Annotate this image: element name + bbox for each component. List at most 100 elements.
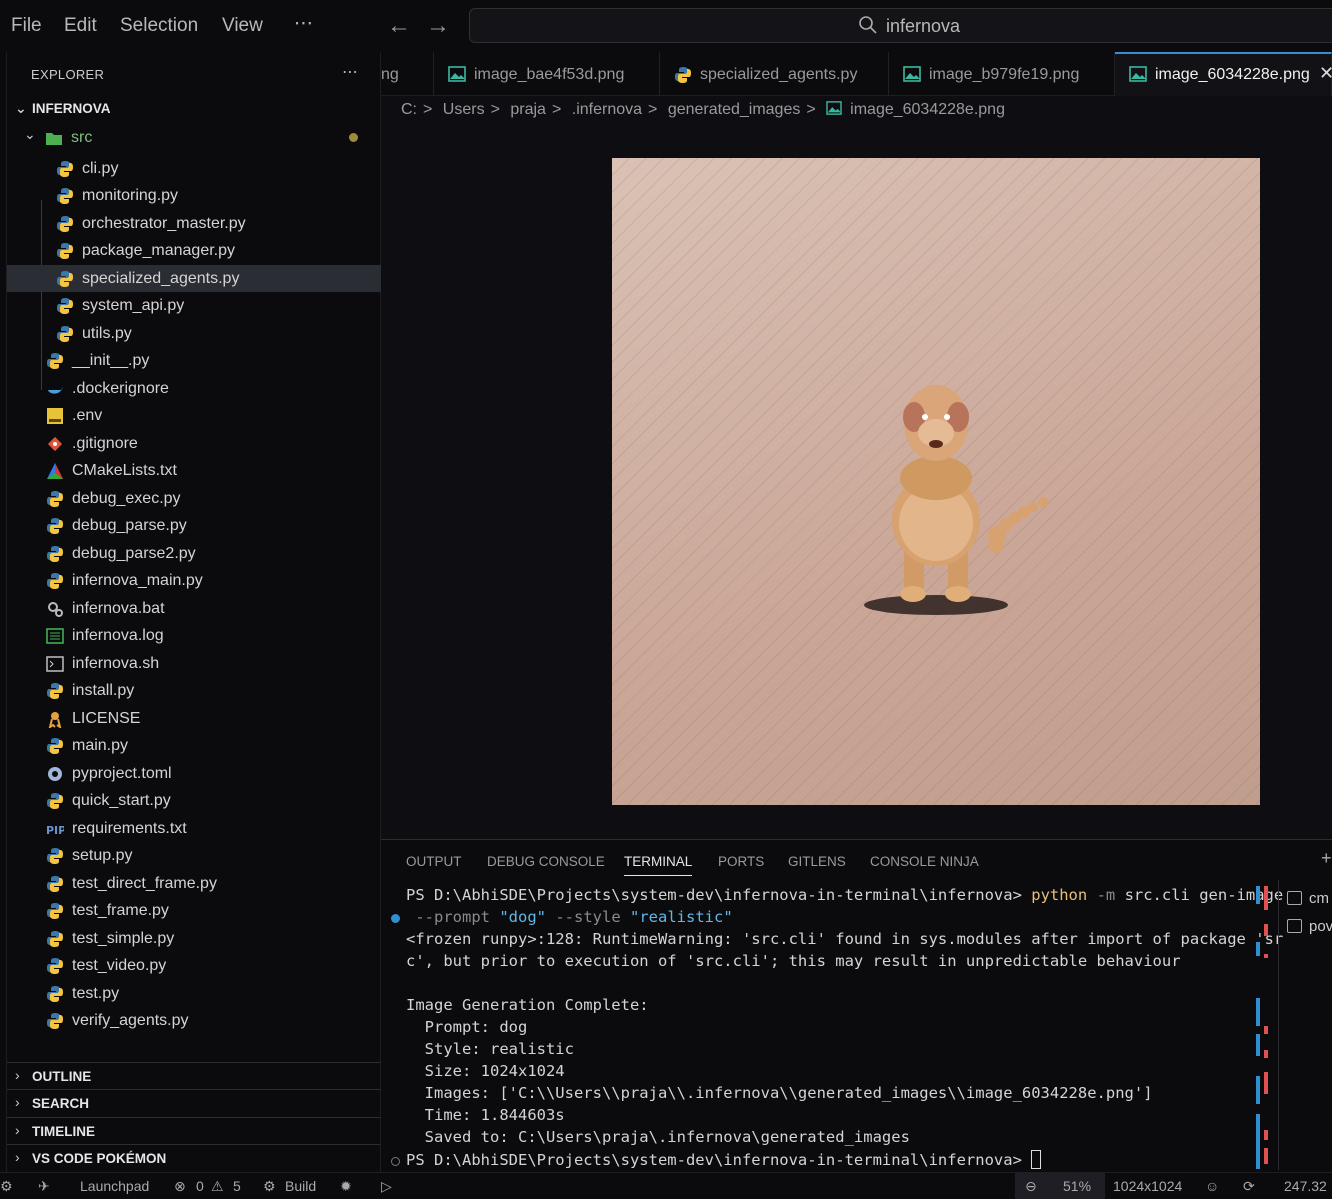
- close-icon[interactable]: ✕: [1319, 63, 1332, 84]
- tab-partial[interactable]: ng: [381, 52, 434, 96]
- file-item[interactable]: utils.py: [7, 320, 382, 348]
- tab-gitlens[interactable]: GITLENS: [788, 854, 846, 869]
- terminal-line: Size: 1024x1024: [406, 1062, 565, 1080]
- tab-specialized-agents[interactable]: specialized_agents.py: [660, 52, 889, 96]
- image-icon: [448, 66, 466, 82]
- breadcrumb-separator: >: [806, 101, 816, 118]
- file-item[interactable]: debug_parse.py: [7, 512, 382, 540]
- errors-icon: ⊗: [174, 1178, 186, 1194]
- breadcrumb-item[interactable]: C:: [401, 101, 417, 118]
- run-icon[interactable]: ▷: [381, 1178, 392, 1195]
- explorer-sidebar: EXPLORER ⋯ ⌄ INFERNOVA ⌄ src cli.py monit…: [6, 52, 382, 1172]
- tab-debug-console[interactable]: DEBUG CONSOLE: [487, 854, 605, 869]
- file-item[interactable]: pyproject.toml: [7, 760, 382, 788]
- explorer-more-icon[interactable]: ⋯: [342, 62, 358, 82]
- folder-src[interactable]: ⌄ src: [7, 124, 382, 152]
- file-item[interactable]: debug_parse2.py: [7, 540, 382, 568]
- file-item[interactable]: .gitignore: [7, 430, 382, 458]
- python-icon: [47, 985, 63, 1002]
- pokemon-section[interactable]: › VS CODE POKÉMON: [7, 1144, 382, 1171]
- file-item[interactable]: test.py: [7, 980, 382, 1008]
- file-item[interactable]: specialized_agents.py: [7, 264, 382, 292]
- warning-count[interactable]: 5: [233, 1178, 241, 1194]
- toml-icon: [48, 766, 62, 781]
- file-item[interactable]: infernova.sh: [7, 650, 382, 678]
- file-item[interactable]: cli.py: [7, 155, 382, 183]
- launchpad-button[interactable]: Launchpad: [80, 1178, 149, 1194]
- tab-image-bae4f53d[interactable]: image_bae4f53d.png: [434, 52, 660, 96]
- menu-view[interactable]: View: [222, 15, 263, 37]
- remote-icon[interactable]: ⚙: [0, 1178, 13, 1195]
- search-section[interactable]: › SEARCH: [7, 1089, 382, 1116]
- file-item[interactable]: CMakeLists.txt: [7, 457, 382, 485]
- breadcrumb-item[interactable]: generated_images: [668, 101, 801, 118]
- terminal-item-pwsh[interactable]: pov: [1287, 918, 1332, 935]
- file-item[interactable]: LICENSE: [7, 705, 382, 733]
- timeline-section[interactable]: › TIMELINE: [7, 1117, 382, 1144]
- terminal-line: <frozen runpy>:128: RuntimeWarning: 'src…: [406, 930, 1284, 948]
- sync-icon[interactable]: ⟳: [1243, 1178, 1255, 1195]
- file-item[interactable]: test_simple.py: [7, 925, 382, 953]
- terminal-line: PS D:\AbhiSDE\Projects\system-dev\infern…: [406, 886, 1283, 904]
- breadcrumb-item[interactable]: .infernova: [572, 101, 642, 118]
- file-item[interactable]: install.py: [7, 677, 382, 705]
- docker-icon: [48, 386, 63, 394]
- zoom-icon[interactable]: ⊖: [1025, 1178, 1037, 1195]
- file-item[interactable]: quick_start.py: [7, 787, 382, 815]
- breadcrumb-item[interactable]: praja: [510, 101, 546, 118]
- outline-section[interactable]: › OUTLINE: [7, 1062, 382, 1089]
- file-item[interactable]: test_video.py: [7, 952, 382, 980]
- terminal-item-cmd[interactable]: cm: [1287, 890, 1329, 907]
- file-item[interactable]: infernova.bat: [7, 595, 382, 623]
- file-item[interactable]: .dockerignore: [7, 375, 382, 403]
- file-item[interactable]: main.py: [7, 732, 382, 760]
- tab-console-ninja[interactable]: CONSOLE NINJA: [870, 854, 979, 869]
- copilot-icon[interactable]: ☺: [1205, 1178, 1219, 1194]
- file-label: utils.py: [82, 324, 132, 342]
- breadcrumb-item[interactable]: Users: [443, 101, 485, 118]
- add-terminal-icon[interactable]: +: [1321, 848, 1332, 869]
- editor-tabs: ng image_bae4f53d.png specialized_agents…: [381, 52, 1332, 96]
- tab-image-6034228e[interactable]: image_6034228e.png ✕: [1115, 52, 1332, 96]
- tab-image-b979fe19[interactable]: image_b979fe19.png: [889, 52, 1115, 96]
- forward-arrow-icon[interactable]: →: [426, 12, 450, 40]
- breadcrumb-item[interactable]: image_6034228e.png: [850, 101, 1005, 118]
- string-text: "realistic": [630, 908, 733, 926]
- build-button[interactable]: Build: [285, 1178, 316, 1194]
- tab-terminal[interactable]: TERMINAL: [624, 854, 693, 876]
- file-item[interactable]: orchestrator_master.py: [7, 210, 382, 238]
- file-item[interactable]: monitoring.py: [7, 182, 382, 210]
- file-item[interactable]: verify_agents.py: [7, 1007, 382, 1035]
- terminal-line: --prompt "dog" --style "realistic": [406, 908, 733, 926]
- file-item[interactable]: PIP requirements.txt: [7, 815, 382, 843]
- file-item[interactable]: system_api.py: [7, 292, 382, 320]
- tab-ports[interactable]: PORTS: [718, 854, 764, 869]
- file-item[interactable]: debug_exec.py: [7, 485, 382, 513]
- file-item[interactable]: setup.py: [7, 842, 382, 870]
- file-item[interactable]: infernova_main.py: [7, 567, 382, 595]
- file-item[interactable]: test_frame.py: [7, 897, 382, 925]
- file-item[interactable]: test_direct_frame.py: [7, 870, 382, 898]
- menu-more-icon[interactable]: ⋯: [294, 12, 313, 35]
- menu-file[interactable]: File: [11, 15, 42, 37]
- file-item[interactable]: package_manager.py: [7, 237, 382, 265]
- prompt-text: PS D:\AbhiSDE\Projects\system-dev\infern…: [406, 886, 1032, 904]
- error-count[interactable]: 0: [196, 1178, 204, 1194]
- menu-selection[interactable]: Selection: [120, 15, 198, 37]
- terminal-line: PS D:\AbhiSDE\Projects\system-dev\infern…: [406, 1150, 1042, 1169]
- python-icon: [47, 930, 63, 947]
- file-item[interactable]: infernova.log: [7, 622, 382, 650]
- terminal-line: Style: realistic: [406, 1040, 574, 1058]
- python-icon: [57, 188, 73, 204]
- title-bar: File Edit Selection View ⋯ ← → infernova: [0, 0, 1332, 52]
- file-item[interactable]: .env: [7, 402, 382, 430]
- menu-edit[interactable]: Edit: [64, 15, 97, 37]
- tab-output[interactable]: OUTPUT: [406, 854, 462, 869]
- back-arrow-icon[interactable]: ←: [387, 12, 411, 40]
- file-item[interactable]: __init__.py: [7, 347, 382, 375]
- debug-icon[interactable]: ✹: [340, 1178, 352, 1195]
- project-root-header[interactable]: ⌄ INFERNOVA: [7, 96, 382, 123]
- command-center-search[interactable]: infernova: [469, 8, 1332, 43]
- zoom-level[interactable]: 51%: [1063, 1178, 1091, 1194]
- breadcrumb-separator: >: [490, 101, 500, 118]
